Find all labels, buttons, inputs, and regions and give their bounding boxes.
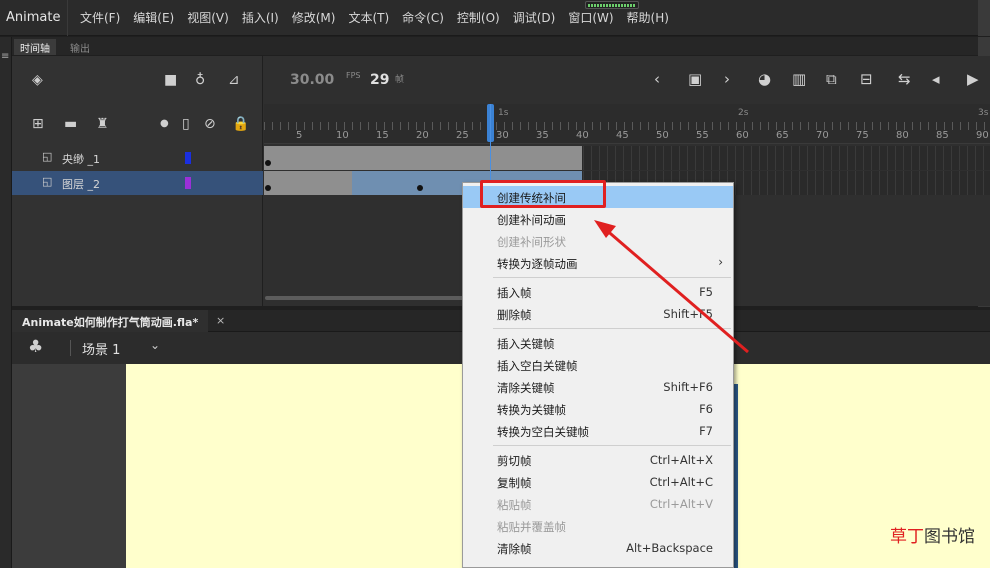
watermark: 草丁图书馆 — [890, 522, 975, 547]
annotation-arrow — [594, 220, 749, 354]
watermark-part2: 图书馆 — [924, 527, 975, 547]
app-window: Animate 文件(F) 编辑(E) 视图(V) 插入(I) 修改(M) 文本(T) 命令… — [0, 0, 990, 568]
watermark-part1: 草丁 — [890, 527, 924, 547]
